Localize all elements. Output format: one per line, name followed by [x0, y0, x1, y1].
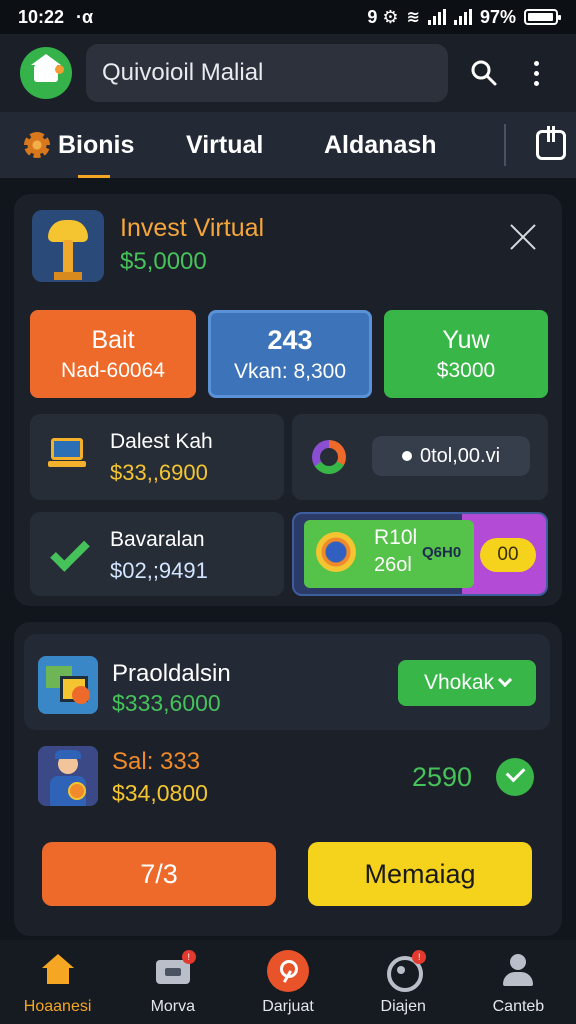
battery-percent: 97% [479, 6, 516, 27]
lower-amount: $333,6000 [112, 690, 221, 716]
nav-item-home[interactable]: Hoaanesi [0, 940, 115, 1024]
signal-icon-2 [453, 9, 472, 25]
status-bar: 10:22 ·α 9 ⚙ ≋ 97% [0, 0, 576, 34]
stat-top: 243 [267, 324, 313, 355]
chevron-down-icon [497, 672, 513, 688]
lower-card: Praoldalsin $333,6000 Vhokak Sal: 333 $3… [14, 622, 562, 936]
search-input-text: Quivoioil Malial [102, 59, 264, 86]
search-input[interactable]: Quivoioil Malial [86, 44, 448, 102]
tv-icon: ! [155, 950, 196, 988]
active-tab-indicator [78, 175, 110, 178]
tab-label: Bionis [58, 130, 135, 159]
info-tile-dalest[interactable]: Dalest Kah $33,,6900 [30, 414, 284, 500]
invest-amount: $5,0000 [120, 248, 207, 275]
wifi-icon: ≋ [406, 9, 420, 26]
invest-card: Invest Virtual $5,0000 Bait Nad-60064 24… [14, 194, 562, 606]
laptop-icon [48, 438, 86, 468]
app-header: Quivoioil Malial [0, 34, 576, 112]
promo-tag: Q6H0 [422, 544, 462, 561]
picture-icon [38, 656, 98, 714]
tile-label: Bavaralan [110, 528, 205, 551]
tab-label: Aldanash [324, 130, 437, 159]
info-tile-balance[interactable]: 0tol,00.vi [292, 414, 548, 500]
camera-icon: ! [386, 950, 427, 992]
signal-icon [427, 9, 446, 25]
app-logo[interactable] [20, 47, 72, 99]
bottom-nav: Hoaanesi ! Morva Darjuat ! Diajen Canteb [0, 940, 576, 1024]
more-vertical-icon[interactable] [516, 53, 556, 93]
stat-bottom: Vkan: 8,300 [233, 359, 347, 383]
trophy-icon [32, 210, 104, 282]
stat-top: Bait [91, 325, 135, 354]
avatar [38, 746, 98, 806]
nav-label: Darjuat [262, 998, 314, 1015]
tab-divider [504, 124, 506, 166]
calendar-icon[interactable] [536, 126, 566, 160]
promo-line-1: R10l [374, 526, 418, 549]
tab-aldanash[interactable]: Aldanash [324, 112, 484, 178]
stat-bottom: Nad-60064 [61, 358, 165, 382]
dropdown-label: Vhokak [423, 671, 495, 694]
center-action-icon [267, 950, 309, 992]
tab-bionis[interactable]: Bionis [24, 112, 186, 178]
promo-line-2: 26ol [374, 554, 412, 576]
notification-badge: ! [412, 950, 427, 964]
nav-item-darjuat[interactable]: Darjuat [230, 940, 345, 1024]
promo-chip[interactable]: 00 [480, 538, 536, 572]
stat-button-243[interactable]: 243 Vkan: 8,300 [208, 310, 372, 398]
stat-button-bait[interactable]: Bait Nad-60064 [30, 310, 196, 398]
ring-chart-icon [312, 440, 346, 474]
tab-virtual[interactable]: Virtual [186, 112, 324, 178]
tab-label: Virtual [186, 130, 264, 159]
checkmark-icon [50, 532, 90, 572]
sal-title: Sal: 333 [112, 748, 201, 775]
tile-value: $02,;9491 [110, 558, 208, 583]
sal-score: 2590 [412, 762, 473, 792]
nav-label: Morva [150, 998, 196, 1015]
info-tile-bavaralan[interactable]: Bavaralan $02,;9491 [30, 512, 284, 596]
nav-item-diajen[interactable]: ! Diajen [346, 940, 461, 1024]
stat-top: Yuw [442, 325, 490, 354]
pill-text: 0tol,00.vi [419, 444, 501, 467]
dot-icon [401, 451, 412, 461]
tile-value: $33,,6900 [110, 460, 208, 485]
status-glyphs: 9 ⚙ [367, 6, 399, 27]
notification-badge: ! [181, 950, 196, 964]
user-icon [501, 954, 535, 988]
praoldalsin-row: Praoldalsin $333,6000 Vhokak [24, 634, 550, 730]
tile-label: Dalest Kah [110, 430, 213, 453]
vhokak-dropdown[interactable]: Vhokak [398, 660, 536, 706]
balance-pill[interactable]: 0tol,00.vi [372, 436, 530, 476]
stat-button-yuw[interactable]: Yuw $3000 [384, 310, 548, 398]
memaiag-button[interactable]: Memaiag [308, 842, 532, 906]
search-icon[interactable] [464, 53, 504, 93]
tab-bar: Bionis Virtual Aldanash [0, 112, 576, 178]
close-icon[interactable] [508, 222, 538, 252]
nav-item-morva[interactable]: ! Morva [115, 940, 230, 1024]
action-button-left[interactable]: 7/3 [42, 842, 276, 906]
invest-title: Invest Virtual [120, 214, 265, 242]
battery-icon [524, 9, 561, 25]
nav-item-canteb[interactable]: Canteb [461, 940, 576, 1024]
nav-label: Diajen [380, 998, 426, 1015]
home-icon [41, 954, 75, 988]
nav-label: Canteb [492, 998, 545, 1015]
lower-title: Praoldalsin [112, 660, 231, 687]
nav-label: Hoaanesi [23, 998, 92, 1015]
stat-bottom: $3000 [436, 358, 496, 382]
check-circle-icon[interactable] [496, 758, 534, 796]
sal-amount: $34,0800 [112, 780, 208, 806]
gear-icon [24, 132, 50, 158]
status-carrier-glyph: ·α [76, 6, 94, 27]
coin-icon [316, 532, 356, 572]
promo-banner[interactable]: R10l 26ol Q6H0 00 [292, 512, 548, 596]
status-time: 10:22 [18, 6, 65, 27]
